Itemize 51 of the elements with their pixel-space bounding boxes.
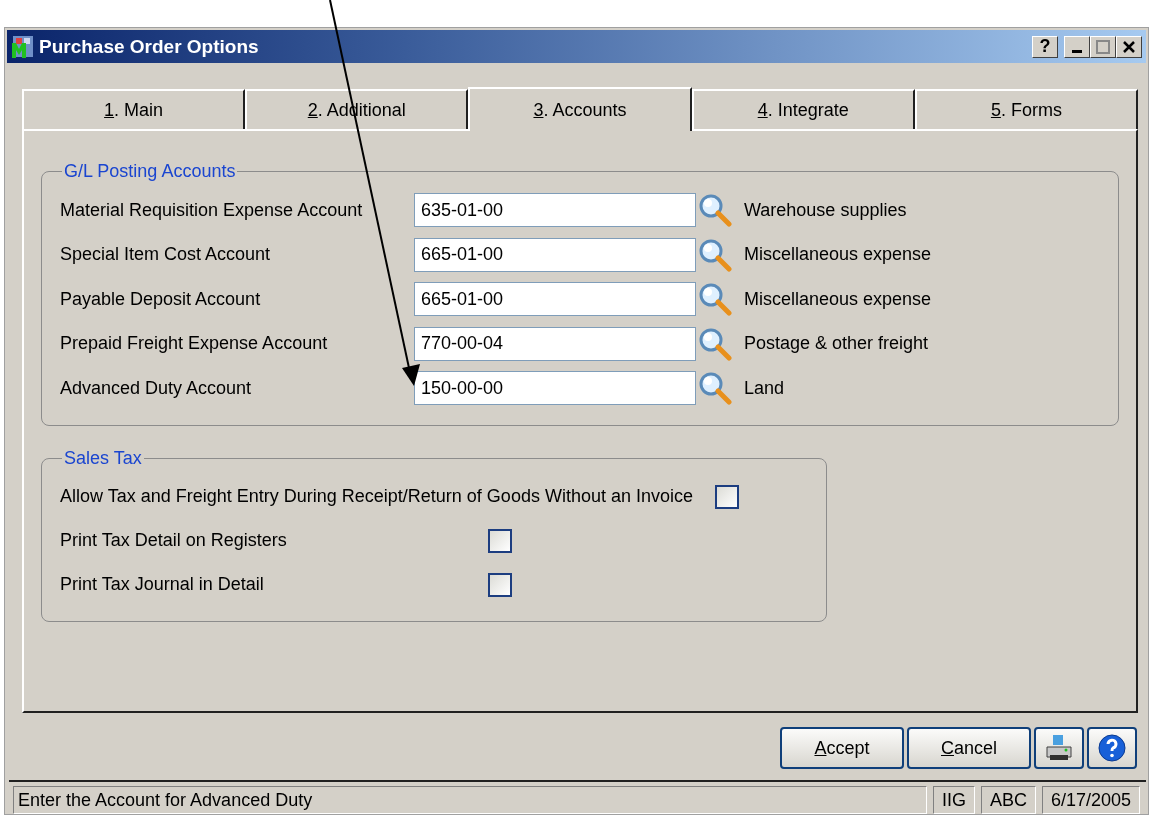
account-field[interactable]: 665-01-00 [414, 237, 696, 272]
account-field[interactable]: 635-01-00 [414, 193, 696, 228]
close-icon [1122, 39, 1136, 54]
dialog-button[interactable]: Cancel [907, 727, 1031, 769]
help-button[interactable]: ? [1032, 35, 1058, 58]
account-description: Land [744, 377, 785, 399]
print-button[interactable] [1034, 727, 1084, 769]
option-label: Allow Tax and Freight Entry During Receipt/Return of Goods Without an Invoice [60, 486, 693, 507]
tab[interactable]: 4. Integrate [691, 89, 915, 129]
app-icon [11, 34, 35, 59]
group-title: Sales Tax [63, 447, 143, 469]
maximize-icon [1096, 39, 1110, 54]
account-description: Miscellaneous expense [744, 244, 932, 266]
minimize-icon [1072, 49, 1082, 53]
field-label: Advanced Duty Account [60, 377, 253, 399]
checkbox[interactable] [488, 528, 512, 553]
account-description: Miscellaneous expense [744, 288, 932, 310]
window-title: Purchase Order Options [39, 35, 260, 58]
search-icon[interactable] [698, 371, 732, 406]
tab[interactable]: 1. Main [22, 89, 246, 129]
help-button[interactable] [1087, 727, 1137, 769]
checkbox[interactable] [488, 572, 512, 597]
checkbox[interactable] [715, 484, 739, 509]
account-field[interactable]: 665-01-00 [414, 282, 696, 317]
status-panel: ABC [980, 786, 1036, 814]
field-label: Payable Deposit Account [60, 288, 262, 310]
account-description: Postage & other freight [744, 333, 929, 355]
field-label: Material Requisition Expense Account [60, 199, 364, 221]
status-panel: 6/17/2005 [1041, 786, 1140, 814]
help-icon [1097, 733, 1127, 763]
search-icon[interactable] [698, 282, 732, 317]
search-icon[interactable] [698, 326, 732, 361]
status-message: Enter the Account for Advanced Duty [13, 786, 927, 814]
status-panel: IIG [932, 786, 975, 814]
field-label: Prepaid Freight Expense Account [60, 333, 329, 355]
dialog-button[interactable]: Accept [780, 727, 904, 769]
printer-icon [1044, 733, 1074, 763]
field-label: Special Item Cost Account [60, 244, 272, 266]
minimize-button[interactable] [1064, 35, 1090, 58]
search-icon[interactable] [698, 237, 732, 272]
option-label: Print Tax Detail on Registers [60, 530, 288, 551]
account-description: Warehouse supplies [744, 199, 907, 221]
close-button[interactable] [1116, 35, 1142, 58]
option-label: Print Tax Journal in Detail [60, 574, 265, 595]
account-field[interactable]: 770-00-04 [414, 326, 696, 361]
group-title: G/L Posting Accounts [63, 161, 237, 182]
tab[interactable]: 5. Forms [914, 89, 1138, 129]
account-field[interactable]: 150-00-00 [414, 371, 696, 406]
tab[interactable]: 3. Accounts [468, 87, 692, 131]
search-icon[interactable] [698, 193, 732, 228]
maximize-button[interactable] [1090, 35, 1116, 58]
